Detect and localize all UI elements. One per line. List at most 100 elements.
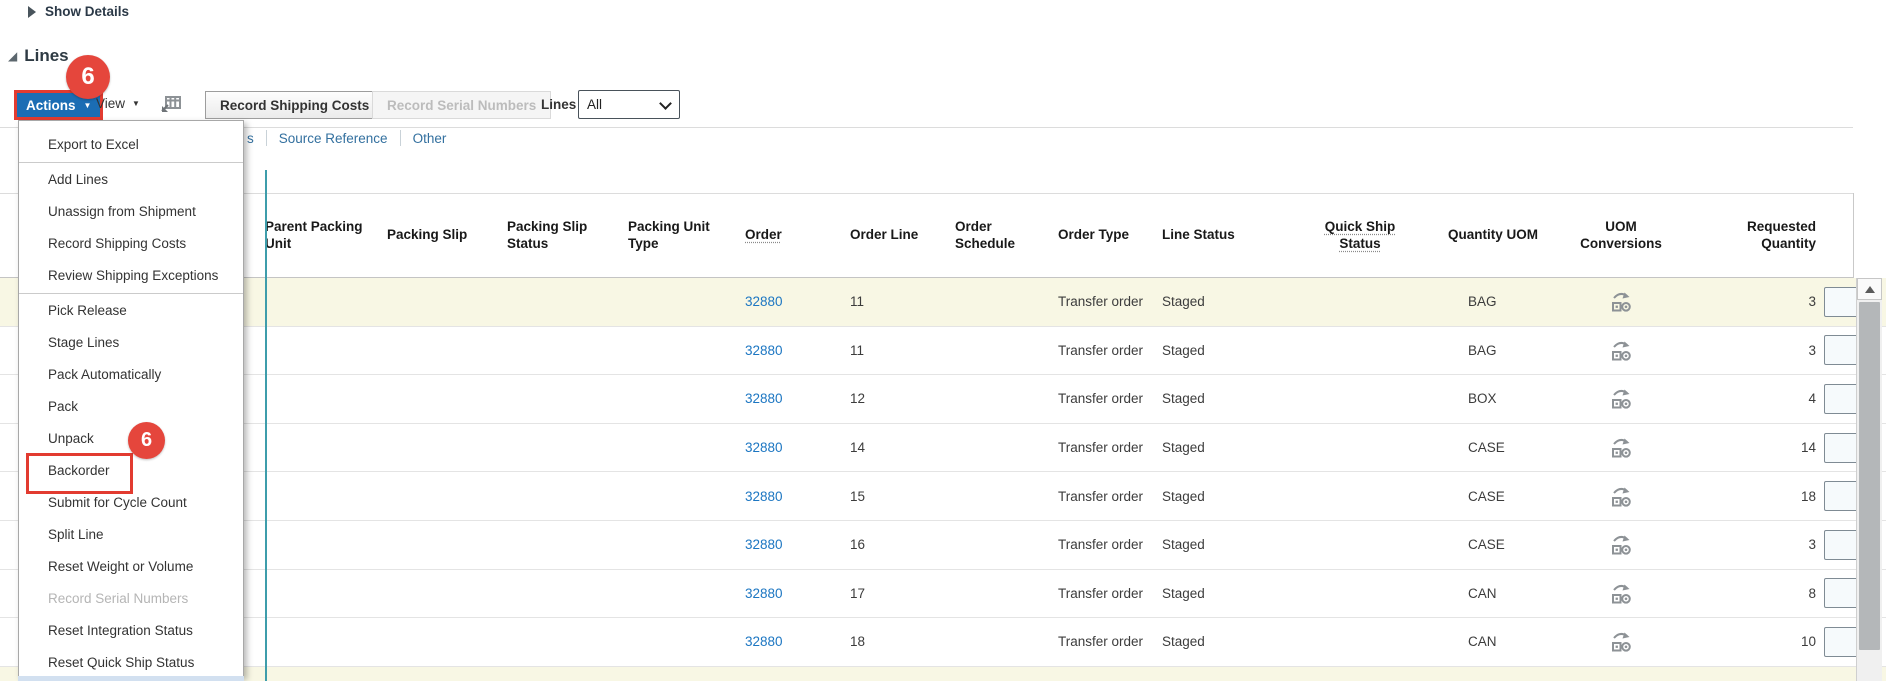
- column-header-packing-slip: Packing Slip: [387, 194, 507, 277]
- menu-item: Record Serial Numbers: [19, 583, 243, 615]
- column-header-quantity-uom: Quantity UOM: [1448, 194, 1560, 277]
- table-row[interactable]: 3288011Transfer orderStagedBAG3: [0, 327, 1886, 376]
- requested-quantity-cell: 8: [1700, 586, 1820, 601]
- menu-item[interactable]: Unassign from Shipment: [19, 196, 243, 228]
- table-row[interactable]: 3288017Transfer orderStagedCAN8: [0, 570, 1886, 619]
- uom-conversions-icon[interactable]: [1608, 387, 1634, 410]
- uom-conversions-icon[interactable]: [1608, 582, 1634, 605]
- order-type-cell: Transfer order: [1058, 440, 1162, 455]
- record-shipping-costs-button[interactable]: Record Shipping Costs: [205, 91, 384, 119]
- order-link[interactable]: 32880: [745, 391, 783, 406]
- menu-item[interactable]: Pack: [19, 391, 243, 423]
- line-status-cell: Staged: [1162, 440, 1290, 455]
- uom-conversions-icon[interactable]: [1608, 290, 1634, 313]
- table-row[interactable]: 3288012Transfer orderStagedBOX4: [0, 375, 1886, 424]
- uom-conversions-icon[interactable]: [1608, 339, 1634, 362]
- quantity-uom-cell: CASE: [1448, 537, 1560, 552]
- menu-item[interactable]: Pick Release: [19, 295, 243, 327]
- column-header-order[interactable]: Order: [745, 194, 850, 277]
- order-link[interactable]: 32880: [745, 634, 783, 649]
- menu-item[interactable]: Reset Quick Ship Status: [19, 647, 243, 679]
- horizontal-scroll-strip[interactable]: [18, 676, 244, 681]
- menu-item[interactable]: Backorder: [19, 455, 243, 487]
- column-header-uom-conversions: UOM Conversions: [1560, 194, 1700, 277]
- order-cell: 32880: [745, 489, 850, 504]
- menu-item[interactable]: Add Lines: [19, 164, 243, 196]
- order-type-cell: Transfer order: [1058, 343, 1162, 358]
- show-details-toggle[interactable]: Show Details: [28, 4, 129, 19]
- order-type-cell: Transfer order: [1058, 489, 1162, 504]
- tab-other[interactable]: Other: [413, 131, 447, 146]
- column-header-packing-unit-type: Packing Unit Type: [628, 194, 745, 277]
- column-header-parent-packing-unit: Parent Packing Unit: [265, 194, 387, 277]
- requested-quantity-cell: 3: [1700, 294, 1820, 309]
- uom-conversions-icon[interactable]: [1608, 533, 1634, 556]
- caret-down-icon: ▼: [84, 101, 92, 110]
- menu-item[interactable]: Record Shipping Costs: [19, 228, 243, 260]
- lines-filter-select[interactable]: All: [578, 90, 680, 119]
- menu-item[interactable]: Review Shipping Exceptions: [19, 260, 243, 292]
- expand-triangle-icon: [28, 6, 36, 18]
- order-link[interactable]: 32880: [745, 440, 783, 455]
- order-line-cell: 18: [850, 634, 955, 649]
- vertical-scrollbar[interactable]: [1856, 278, 1882, 681]
- menu-item[interactable]: Export to Excel: [19, 129, 243, 161]
- requested-quantity-cell: 10: [1700, 634, 1820, 649]
- table-row-partial[interactable]: [0, 667, 1886, 681]
- order-link[interactable]: 32880: [745, 489, 783, 504]
- order-link[interactable]: 32880: [745, 537, 783, 552]
- line-status-cell: Staged: [1162, 537, 1290, 552]
- scroll-up-button[interactable]: [1857, 278, 1882, 300]
- tab-partial[interactable]: s: [247, 131, 254, 146]
- column-header-quick-ship-status[interactable]: Quick Ship Status: [1290, 194, 1448, 277]
- record-serial-numbers-button: Record Serial Numbers: [372, 91, 551, 119]
- quantity-uom-cell: CAN: [1448, 634, 1560, 649]
- quantity-uom-cell: CAN: [1448, 586, 1560, 601]
- order-cell: 32880: [745, 586, 850, 601]
- scroll-up-icon: [1865, 286, 1875, 293]
- menu-item[interactable]: Submit for Cycle Count: [19, 487, 243, 519]
- order-link[interactable]: 32880: [745, 586, 783, 601]
- menu-item[interactable]: Pack Automatically: [19, 359, 243, 391]
- uom-conversions-icon[interactable]: [1608, 436, 1634, 459]
- uom-conversions-cell: [1560, 339, 1700, 362]
- menu-divider: [19, 293, 243, 294]
- collapse-triangle-icon[interactable]: ◢: [8, 50, 17, 62]
- order-type-cell: Transfer order: [1058, 537, 1162, 552]
- menu-item[interactable]: Reset Weight or Volume: [19, 551, 243, 583]
- order-cell: 32880: [745, 294, 850, 309]
- order-link[interactable]: 32880: [745, 294, 783, 309]
- column-header-order-line: Order Line: [850, 194, 955, 277]
- menu-item[interactable]: Reset Integration Status: [19, 615, 243, 647]
- uom-conversions-cell: [1560, 582, 1700, 605]
- order-line-cell: 16: [850, 537, 955, 552]
- table-row[interactable]: 3288016Transfer orderStagedCASE3: [0, 521, 1886, 570]
- tab-source-reference[interactable]: Source Reference: [279, 131, 388, 146]
- order-cell: 32880: [745, 391, 850, 406]
- requested-quantity-cell: 18: [1700, 489, 1820, 504]
- table-row[interactable]: 3288014Transfer orderStagedCASE14: [0, 424, 1886, 473]
- uom-conversions-icon[interactable]: [1608, 630, 1634, 653]
- table-row[interactable]: 3288011Transfer orderStagedBAG3: [0, 278, 1886, 327]
- menu-item[interactable]: Stage Lines: [19, 327, 243, 359]
- order-type-cell: Transfer order: [1058, 634, 1162, 649]
- column-header-order-schedule: Order Schedule: [955, 194, 1058, 277]
- annotation-badge: 6: [128, 422, 165, 459]
- menu-item[interactable]: Split Line: [19, 519, 243, 551]
- line-status-cell: Staged: [1162, 489, 1290, 504]
- order-link[interactable]: 32880: [745, 343, 783, 358]
- menu-divider: [19, 162, 243, 163]
- scrollbar-thumb[interactable]: [1859, 302, 1880, 650]
- uom-conversions-cell: [1560, 387, 1700, 410]
- caret-down-icon: ▼: [132, 99, 140, 108]
- uom-conversions-icon[interactable]: [1608, 485, 1634, 508]
- quantity-uom-cell: CASE: [1448, 489, 1560, 504]
- order-line-cell: 11: [850, 294, 955, 309]
- order-type-cell: Transfer order: [1058, 294, 1162, 309]
- lines-filter-select-wrap: All: [578, 90, 680, 119]
- detach-icon[interactable]: [160, 94, 182, 114]
- view-button[interactable]: View ▼: [96, 96, 140, 111]
- table-row[interactable]: 3288015Transfer orderStagedCASE18: [0, 472, 1886, 521]
- table-row[interactable]: 3288018Transfer orderStagedCAN10: [0, 618, 1886, 667]
- order-cell: 32880: [745, 343, 850, 358]
